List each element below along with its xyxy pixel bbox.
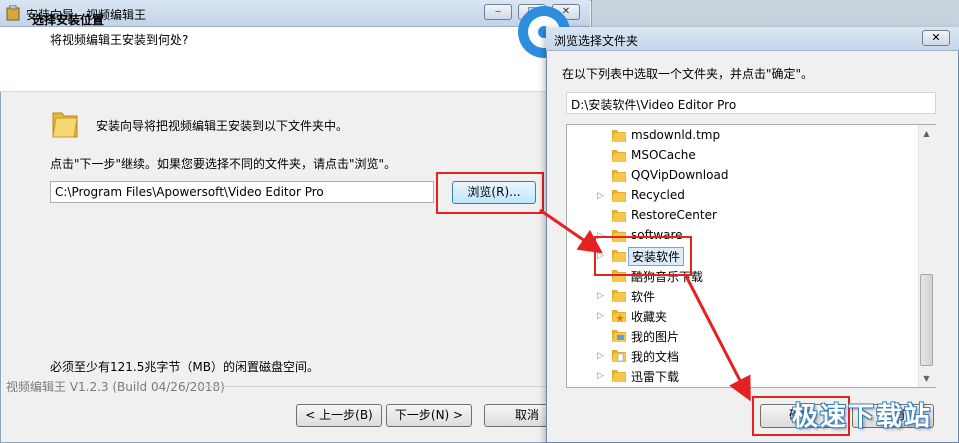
tree-item-label: RestoreCenter [631, 208, 717, 222]
next-button[interactable]: 下一步(N) > [386, 404, 472, 427]
dialog-instruction: 在以下列表中选取一个文件夹，并点击"确定"。 [562, 67, 814, 81]
expand-arrow-icon[interactable]: ▷ [597, 371, 605, 381]
scroll-up-icon[interactable]: ▲ [920, 127, 933, 140]
browse-highlight-box [436, 172, 544, 214]
instruction-text: 点击"下一步"继续。如果您要选择不同的文件夹，请点击"浏览"。 [50, 157, 397, 171]
watermark-text: 极速下载站 [792, 402, 933, 432]
folder-icon [612, 190, 626, 202]
expand-arrow-icon[interactable]: ▷ [597, 291, 605, 301]
dialog-path-field[interactable]: D:\安装软件\Video Editor Pro [566, 92, 936, 114]
tree-item-label: 软件 [631, 290, 656, 304]
folder-icon [52, 112, 78, 138]
browse-dialog-title: 浏览选择文件夹 [554, 34, 639, 48]
tree-item[interactable]: ▷ Recycled [567, 186, 919, 206]
tree-item[interactable]: ▷ 收藏夹 [567, 306, 919, 326]
installer-app-icon [6, 5, 20, 21]
selected-folder-highlight-box [594, 236, 692, 276]
documents-folder-icon [612, 350, 626, 362]
scroll-thumb[interactable] [920, 274, 933, 366]
footer-separator [196, 386, 586, 387]
tree-item-label: 收藏夹 [631, 310, 668, 324]
tree-item[interactable]: msdownld.tmp [567, 126, 919, 146]
tree-item-label: QQVipDownload [631, 168, 729, 182]
tree-item[interactable]: ▷ 迅雷下载 [567, 366, 919, 386]
tree-item-label: 迅雷下载 [631, 370, 680, 384]
minimize-button[interactable]: ‒ [484, 4, 512, 20]
tree-item-label: Recycled [631, 188, 685, 202]
header-title: 选择安装位置 [32, 13, 105, 27]
tree-item[interactable]: RestoreCenter [567, 206, 919, 226]
tree-item[interactable]: ▷ 我的文档 [567, 346, 919, 366]
tree-item[interactable]: QQVipDownload [567, 166, 919, 186]
tree-item-label: MSOCache [631, 148, 696, 162]
tree-item-label: msdownld.tmp [631, 128, 721, 142]
disk-space-note: 必须至少有121.5兆字节（MB）的闲置磁盘空间。 [50, 360, 319, 374]
version-text: 视频编辑王 V1.2.3 (Build 04/26/2018) [6, 380, 225, 394]
scroll-down-icon[interactable]: ▼ [920, 372, 933, 385]
folder-icon [612, 150, 626, 162]
tree-item[interactable]: MSOCache [567, 146, 919, 166]
tree-item-label: 我的图片 [631, 330, 680, 344]
expand-arrow-icon[interactable]: ▷ [597, 311, 605, 321]
expand-arrow-icon[interactable]: ▷ [597, 191, 605, 201]
pictures-folder-icon [612, 330, 626, 342]
folder-icon [612, 290, 626, 302]
expand-arrow-icon[interactable]: ▷ [597, 351, 605, 361]
header-subtitle: 将视频编辑王安装到何处? [50, 33, 189, 47]
intro-text: 安装向导将把视频编辑王安装到以下文件夹中。 [96, 119, 349, 133]
dialog-close-button[interactable]: ✕ [922, 30, 950, 46]
tree-item-label: 我的文档 [631, 350, 680, 364]
tree-item[interactable]: ▷ 软件 [567, 286, 919, 306]
folder-icon [612, 130, 626, 142]
tree-item[interactable]: 我的图片 [567, 326, 919, 346]
folder-icon [612, 370, 626, 382]
back-button[interactable]: < 上一步(B) [296, 404, 382, 427]
folder-icon [612, 210, 626, 222]
folder-icon [612, 170, 626, 182]
install-path-input[interactable]: C:\Program Files\Apowersoft\Video Editor… [50, 181, 434, 203]
favorites-folder-icon [612, 310, 626, 322]
